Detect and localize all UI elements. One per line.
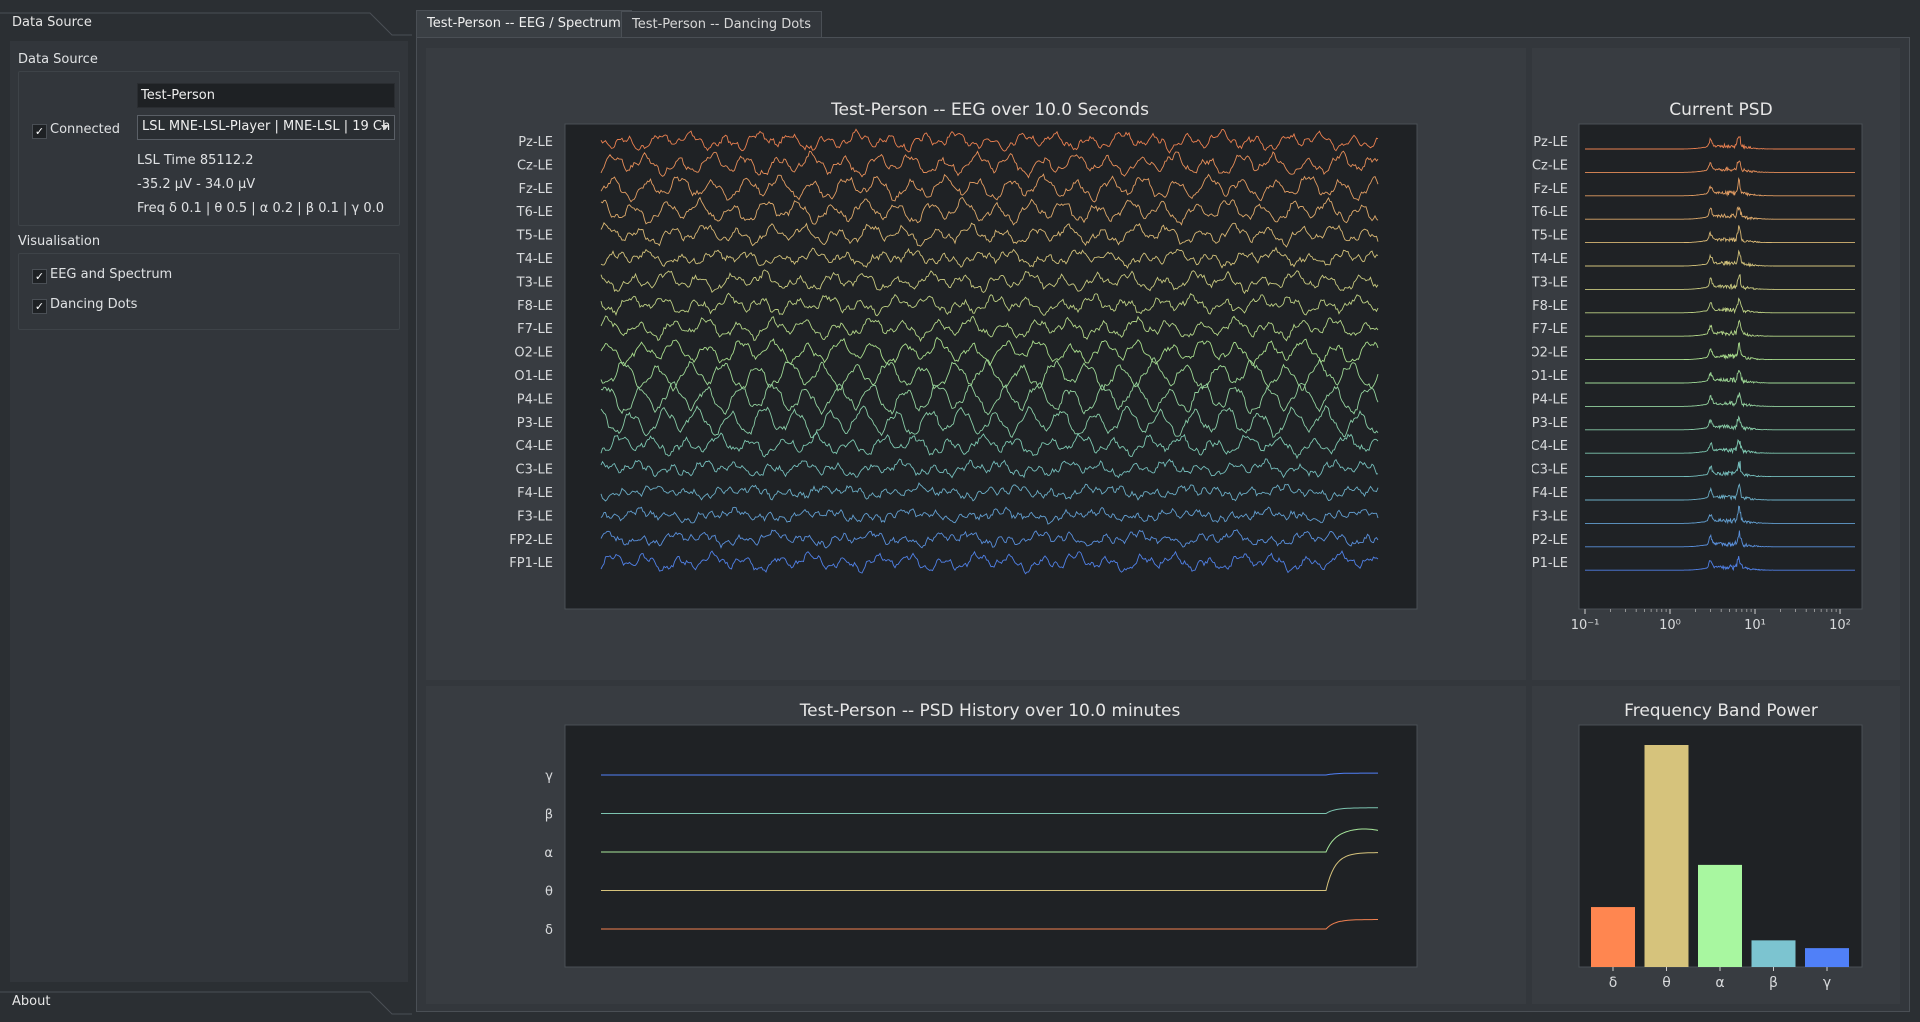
psd-channel-label: Fz-LE xyxy=(1534,182,1568,197)
band-x-label: β xyxy=(1769,975,1778,991)
psd-channel-label: F8-LE xyxy=(1532,299,1568,314)
eeg-channel-label: Cz-LE xyxy=(517,158,553,173)
psd-history-band-label: δ xyxy=(545,923,553,938)
psd-x-tick-label: 10⁰ xyxy=(1659,618,1681,633)
band-x-label: α xyxy=(1715,975,1724,991)
stream-select[interactable]: LSL MNE-LSL-Player | MNE-LSL | 19 Ch xyxy=(137,115,395,140)
band-bar-1 xyxy=(1644,745,1689,967)
eeg-channel-label: T6-LE xyxy=(516,205,553,220)
eeg-channel-label: Pz-LE xyxy=(518,135,553,150)
psd-history-title: Test-Person -- PSD History over 10.0 min… xyxy=(799,701,1181,721)
sidebar-panel: Data Source Test-Person ✓ Connected LSL … xyxy=(10,41,408,982)
eeg-channel-label: P3-LE xyxy=(517,416,553,431)
name-input[interactable]: Test-Person xyxy=(137,83,395,108)
psd-history-band-label: θ xyxy=(545,885,553,900)
checkmark-icon: ✓ xyxy=(34,300,45,313)
psd-history-chart: Test-Person -- PSD History over 10.0 min… xyxy=(544,701,1418,968)
visualisation-group: ✓ EEG and Spectrum ✓ Dancing Dots xyxy=(18,253,400,330)
band-bar-0 xyxy=(1591,907,1635,967)
psd-plot-area xyxy=(1578,123,1863,610)
psd-chart: Current PSD Pz-LE Cz-LE Fz-LE T6-LE T5-LE T4-… xyxy=(1532,100,1863,633)
dancing-dots-checkbox[interactable]: ✓ xyxy=(32,299,47,314)
psd-channel-label: T4-LE xyxy=(1532,252,1568,267)
dancing-dots-label: Dancing Dots xyxy=(50,297,138,312)
eeg-chart-title: Test-Person -- EEG over 10.0 Seconds xyxy=(830,100,1149,120)
psd-x-tick-label: 10¹ xyxy=(1744,618,1766,633)
band-x-label: γ xyxy=(1823,975,1831,991)
psd-channel-label: FP1-LE xyxy=(1532,556,1568,571)
eeg-channel-label: O1-LE xyxy=(514,369,553,384)
psd-channel-label: T6-LE xyxy=(1532,205,1568,220)
eeg-channel-label: C4-LE xyxy=(516,439,554,454)
about-label: About xyxy=(12,994,51,1009)
psd-channel-label: P3-LE xyxy=(1532,416,1568,431)
psd-channel-label: FP2-LE xyxy=(1532,533,1568,548)
dock-tab-shape xyxy=(0,991,412,1015)
eeg-channel-label: FP2-LE xyxy=(509,533,553,548)
group-title-visualisation: Visualisation xyxy=(18,234,101,249)
signal-range: -35.2 µV - 34.0 µV xyxy=(137,177,256,192)
eeg-channel-label: P4-LE xyxy=(517,392,553,407)
dock-title-label: Data Source xyxy=(12,15,92,30)
eeg-channel-label: F4-LE xyxy=(517,486,553,501)
band-bar-4 xyxy=(1805,948,1849,967)
checkmark-icon: ✓ xyxy=(34,270,45,283)
psd-channel-label: T5-LE xyxy=(1532,229,1568,244)
stream-select-value: LSL MNE-LSL-Player | MNE-LSL | 19 Ch xyxy=(142,119,391,134)
tab-eeg-spectrum[interactable]: Test-Person -- EEG / Spectrum xyxy=(416,10,632,38)
eeg-channel-label: O2-LE xyxy=(514,346,553,361)
psd-history-plot-area xyxy=(564,724,1418,968)
psd-x-tick-label: 10² xyxy=(1829,618,1851,633)
band-frequencies: Freq δ 0.1 | θ 0.5 | α 0.2 | β 0.1 | γ 0… xyxy=(137,201,385,216)
psd-channel-label: Pz-LE xyxy=(1533,135,1568,150)
lsl-time: LSL Time 85112.2 xyxy=(137,153,254,168)
band-bar-2 xyxy=(1698,864,1742,967)
psd-x-tick-label: 10⁻¹ xyxy=(1571,618,1600,633)
band-x-label: δ xyxy=(1609,975,1618,991)
checkmark-icon: ✓ xyxy=(34,125,45,138)
connected-checkbox[interactable]: ✓ xyxy=(32,124,47,139)
psd-channel-label: F3-LE xyxy=(1532,509,1568,524)
eeg-spectrum-checkbox[interactable]: ✓ xyxy=(32,269,47,284)
psd-channel-label: Cz-LE xyxy=(1532,158,1568,173)
eeg-channel-label: C3-LE xyxy=(516,463,554,478)
psd-channel-label: O2-LE xyxy=(1532,346,1568,361)
dock-title-about[interactable]: About xyxy=(0,988,412,1015)
eeg-channel-label: T5-LE xyxy=(516,229,553,244)
psd-channel-label: F4-LE xyxy=(1532,486,1568,501)
band-bar-3 xyxy=(1751,940,1796,967)
psd-channel-label: F7-LE xyxy=(1532,322,1568,337)
eeg-channel-label: T4-LE xyxy=(516,252,553,267)
psd-channel-label: T3-LE xyxy=(1532,275,1568,290)
eeg-channel-label: FP1-LE xyxy=(509,556,553,571)
psd-channel-label: P4-LE xyxy=(1532,392,1568,407)
eeg-chart: Test-Person -- EEG over 10.0 Seconds Pz-… xyxy=(509,100,1418,610)
eeg-channel-label: F8-LE xyxy=(517,299,553,314)
tab-dancing-dots[interactable]: Test-Person -- Dancing Dots xyxy=(621,11,823,37)
eeg-channel-label: F7-LE xyxy=(517,322,553,337)
data-source-group: Test-Person ✓ Connected LSL MNE-LSL-Play… xyxy=(18,71,400,226)
eeg-channel-label: Fz-LE xyxy=(519,182,553,197)
eeg-channel-label: T3-LE xyxy=(516,275,553,290)
psd-channel-label: C4-LE xyxy=(1532,439,1568,454)
band-x-label: θ xyxy=(1662,975,1671,991)
eeg-channel-label: F3-LE xyxy=(517,509,553,524)
eeg-spectrum-label: EEG and Spectrum xyxy=(50,267,173,282)
psd-history-band-label: γ xyxy=(545,769,553,784)
dock-title-data-source: Data Source xyxy=(0,9,412,36)
group-title-data-source: Data Source xyxy=(18,52,98,67)
psd-history-band-label: β xyxy=(545,808,553,823)
band-power-chart: Frequency Band Power δ θ α β γ xyxy=(1578,701,1863,991)
psd-channel-label: O1-LE xyxy=(1532,369,1568,384)
connected-label: Connected xyxy=(50,122,121,137)
chevron-down-icon xyxy=(381,125,389,130)
psd-chart-title: Current PSD xyxy=(1669,100,1772,120)
psd-history-band-label: α xyxy=(544,846,553,861)
band-power-title: Frequency Band Power xyxy=(1624,701,1818,721)
psd-channel-label: C3-LE xyxy=(1532,463,1568,478)
